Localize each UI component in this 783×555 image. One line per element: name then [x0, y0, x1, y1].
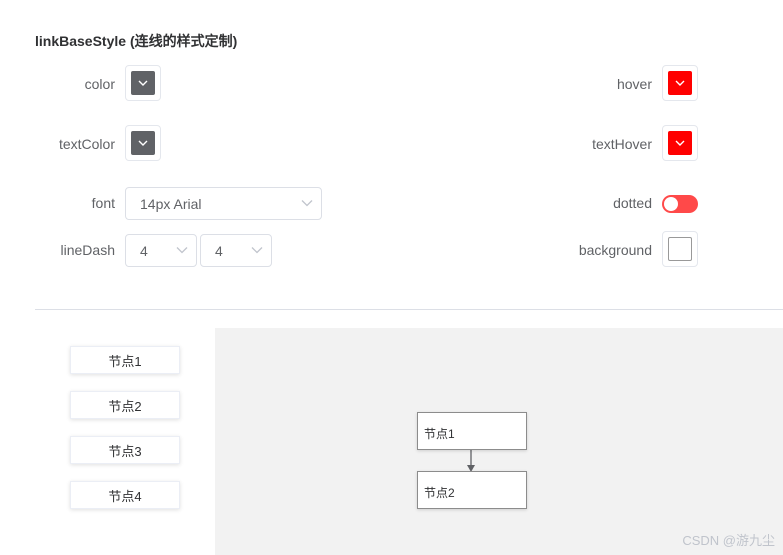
palette-item-node4[interactable]: 节点4 [70, 481, 180, 509]
divider [35, 309, 783, 310]
canvas-node-2[interactable]: 节点2 [417, 471, 527, 509]
palette-item-node3[interactable]: 节点3 [70, 436, 180, 464]
chevron-down-icon [301, 200, 313, 207]
color-label: color [84, 76, 115, 92]
palette-item-node2[interactable]: 节点2 [70, 391, 180, 419]
chevron-down-icon [138, 140, 148, 146]
switch-knob [664, 197, 678, 211]
line-dash-label: lineDash [60, 242, 115, 258]
canvas-node-1[interactable]: 节点1 [417, 412, 527, 450]
text-color-label: textColor [58, 136, 115, 152]
color-picker[interactable] [125, 65, 161, 101]
text-color-picker[interactable] [125, 125, 161, 161]
font-select-value: 14px Arial [140, 196, 202, 212]
color-swatch [131, 71, 155, 95]
hover-color-picker[interactable] [662, 65, 698, 101]
font-select[interactable]: 14px Arial [125, 187, 322, 220]
section-title: linkBaseStyle (连线的样式定制) [35, 33, 238, 49]
font-label: font [91, 195, 115, 211]
text-hover-color-picker[interactable] [662, 125, 698, 161]
watermark: CSDN @游九尘 [682, 533, 775, 548]
hover-label: hover [616, 76, 652, 92]
palette-item-node1[interactable]: 节点1 [70, 346, 180, 374]
text-hover-swatch [668, 131, 692, 155]
background-label: background [578, 242, 652, 258]
line-dash-select-1[interactable]: 4 [125, 234, 197, 267]
text-hover-label: textHover [592, 136, 652, 152]
chevron-down-icon [251, 247, 263, 254]
line-dash-value-1: 4 [140, 243, 148, 259]
line-dash-select-2[interactable]: 4 [200, 234, 272, 267]
dotted-label: dotted [613, 195, 652, 211]
chevron-down-icon [675, 80, 685, 86]
chevron-down-icon [675, 140, 685, 146]
line-dash-value-2: 4 [215, 243, 223, 259]
background-color-picker[interactable] [662, 231, 698, 267]
chevron-down-icon [138, 80, 148, 86]
flow-canvas[interactable]: 节点1 节点2 [215, 328, 783, 555]
hover-swatch [668, 71, 692, 95]
chevron-down-icon [176, 247, 188, 254]
text-color-swatch [131, 131, 155, 155]
dotted-switch[interactable] [662, 195, 698, 213]
background-swatch-empty [668, 237, 692, 261]
